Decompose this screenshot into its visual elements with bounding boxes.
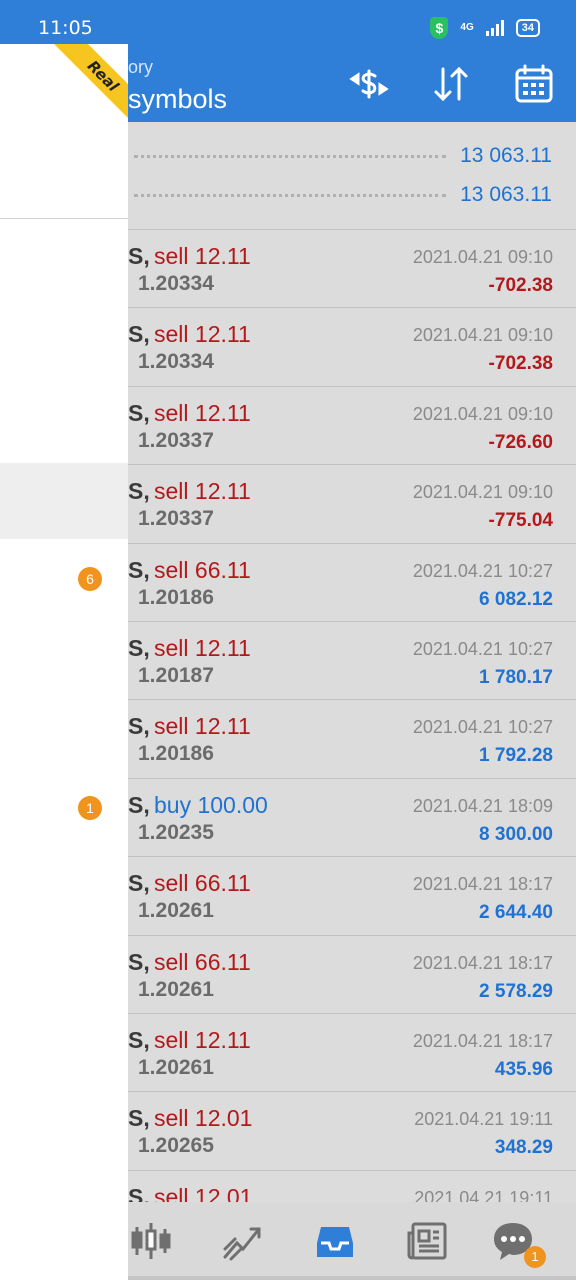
deal-symbol: S, — [128, 713, 150, 740]
deal-date: 2021.04.21 10:27 — [412, 638, 553, 659]
battery-level: 34 — [521, 22, 534, 34]
deal-price: 1.20337 — [138, 507, 214, 531]
chart-icon[interactable] — [218, 1218, 268, 1264]
deal-type: buy 100.00 — [154, 791, 268, 818]
deal-symbol: S, — [128, 1026, 150, 1053]
summary-value: 13 063.11 — [460, 144, 552, 167]
deal-price: 1.20261 — [138, 899, 214, 923]
status-time: 11:05 — [38, 17, 93, 39]
drawer-item-selected[interactable] — [0, 463, 128, 539]
network-type: 4G — [460, 22, 474, 33]
deal-profit: 8 300.00 — [479, 823, 553, 845]
deal-profit: 2 578.29 — [479, 980, 553, 1002]
deal-price: 1.20187 — [138, 663, 214, 687]
news-icon[interactable] — [402, 1218, 452, 1264]
history-icon[interactable] — [310, 1218, 360, 1264]
deal-date: 2021.04.21 09:10 — [412, 247, 553, 267]
battery-icon: 34 — [515, 19, 540, 37]
deal-symbol: S, — [128, 321, 150, 348]
dot-leader — [134, 154, 447, 158]
deal-price: 1.20186 — [138, 742, 214, 766]
deal-price: 1.20265 — [138, 1134, 214, 1158]
deal-date: 2021.04.21 09:10 — [412, 482, 553, 503]
deal-profit: -775.04 — [488, 510, 553, 532]
deal-date: 2021.04.21 18:09 — [412, 795, 553, 816]
chat-icon[interactable]: 1 — [488, 1218, 546, 1268]
deal-date: 2021.04.21 19:11 — [414, 1187, 553, 1202]
deal-date: 2021.04.21 18:17 — [412, 952, 553, 973]
calendar-icon[interactable] — [511, 62, 557, 106]
drawer-badge: 6 — [78, 567, 102, 591]
drawer-divider — [0, 218, 128, 219]
deal-price: 1.20235 — [138, 820, 214, 844]
currency-exchange-icon[interactable] — [346, 62, 392, 106]
deal-profit: 348.29 — [494, 1137, 553, 1159]
deal-symbol: S, — [128, 1105, 150, 1132]
deal-type: sell 66.11 — [154, 948, 251, 975]
summary-value: 13 063.11 — [460, 183, 552, 206]
deal-price: 1.20334 — [138, 350, 214, 374]
quotes-icon[interactable] — [126, 1218, 176, 1264]
deal-price: 1.20334 — [138, 272, 214, 295]
deal-type: sell 12.11 — [154, 1026, 251, 1053]
deal-symbol: S, — [128, 948, 150, 975]
chat-badge: 1 — [524, 1246, 546, 1268]
sort-icon[interactable] — [428, 62, 474, 106]
deal-date: 2021.04.21 09:10 — [412, 325, 553, 346]
side-drawer[interactable]: Real 6 1 — [0, 44, 128, 1280]
deal-date: 2021.04.21 18:17 — [412, 874, 553, 895]
summary-row: 13 063.11 — [128, 175, 552, 215]
header-title: symbols — [128, 84, 228, 114]
deal-symbol: S, — [128, 556, 150, 583]
deal-type: sell 12.11 — [154, 634, 251, 661]
deal-symbol: S, — [128, 870, 150, 897]
signal-icon — [485, 20, 504, 36]
deal-price: 1.20337 — [138, 428, 214, 452]
deal-symbol: S, — [128, 1183, 150, 1202]
home-indicator[interactable] — [95, 1276, 576, 1280]
deal-symbol: S, — [128, 791, 150, 818]
deal-date: 2021.04.21 18:17 — [412, 1030, 553, 1051]
deal-symbol: S, — [128, 243, 150, 269]
deal-symbol: S, — [128, 399, 150, 426]
drawer-badge: 1 — [78, 796, 102, 820]
deal-type: sell 66.11 — [154, 870, 251, 897]
deal-symbol: S, — [128, 478, 150, 505]
deal-type: sell 12.11 — [154, 713, 251, 740]
dot-leader — [134, 193, 447, 197]
summary-row: 13 063.11 — [128, 136, 552, 176]
shield-dollar-icon: $ — [430, 17, 449, 39]
header-subtitle: ory — [128, 57, 154, 77]
deal-type: sell 12.11 — [154, 243, 251, 269]
status-bar: 11:05 $ 4G 34 — [0, 0, 576, 44]
deal-price: 1.20186 — [138, 585, 214, 609]
status-icons: $ 4G 34 — [430, 17, 540, 39]
deal-type: sell 12.11 — [154, 399, 251, 426]
deal-type: sell 12.11 — [154, 478, 251, 505]
deal-profit: -726.60 — [488, 431, 553, 453]
deal-type: sell 12.01 — [154, 1183, 253, 1202]
account-type-ribbon: Real — [48, 44, 128, 131]
deal-type: sell 12.01 — [154, 1105, 253, 1132]
deal-price: 1.20261 — [138, 977, 214, 1001]
deal-profit: -702.38 — [488, 353, 553, 375]
deal-type: sell 66.11 — [154, 556, 251, 583]
deal-profit: 435.96 — [494, 1058, 553, 1080]
deal-profit: -702.38 — [488, 275, 553, 296]
deal-profit: 2 644.40 — [479, 902, 553, 924]
deal-profit: 6 082.12 — [479, 588, 553, 610]
deal-profit: 1 780.17 — [479, 666, 553, 688]
deal-date: 2021.04.21 10:27 — [412, 717, 553, 738]
deal-type: sell 12.11 — [154, 321, 251, 348]
deal-profit: 1 792.28 — [479, 745, 553, 767]
deal-date: 2021.04.21 10:27 — [412, 560, 553, 581]
deal-price: 1.20261 — [138, 1055, 214, 1079]
deal-symbol: S, — [128, 634, 150, 661]
deal-date: 2021.04.21 19:11 — [414, 1109, 553, 1130]
deal-date: 2021.04.21 09:10 — [412, 403, 553, 424]
